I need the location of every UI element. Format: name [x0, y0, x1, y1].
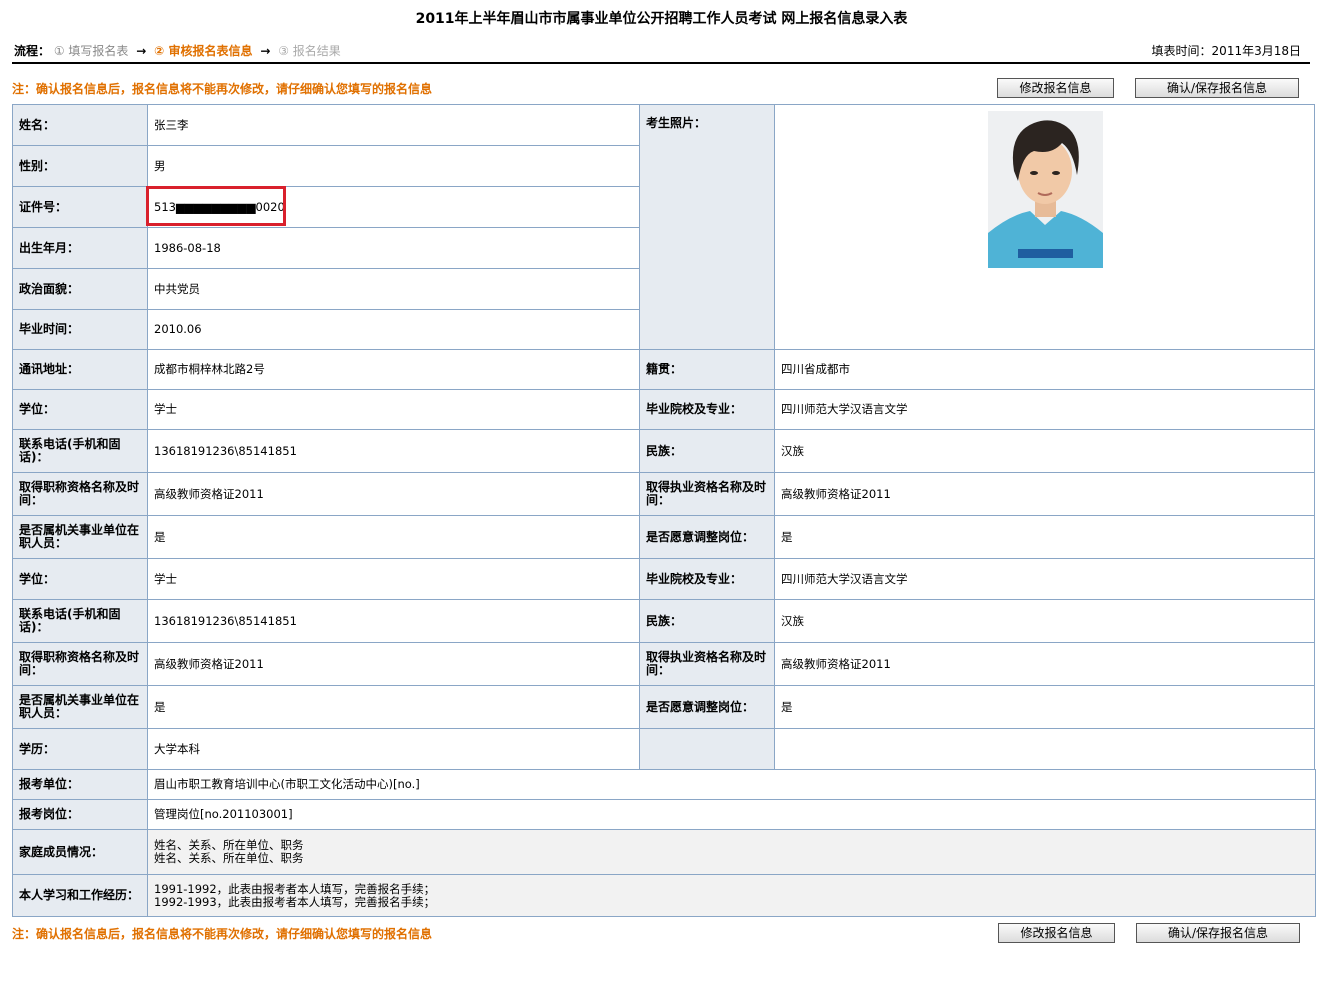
- empty-label: [639, 728, 775, 770]
- grid-label: 取得执业资格名称及时间：: [639, 642, 775, 686]
- grid-label: 取得职称资格名称及时间：: [12, 472, 148, 516]
- education-value: 大学本科: [147, 728, 640, 770]
- grid-label: 籍贯：: [639, 349, 775, 390]
- grid-label: 联系电话(手机和固话)：: [12, 599, 148, 643]
- political-value: 中共党员: [147, 268, 640, 310]
- gender-value: 男: [147, 145, 640, 187]
- arrow-icon: →: [136, 44, 147, 58]
- grid-label: 毕业院校及专业：: [639, 558, 775, 600]
- page-title: 2011年上半年眉山市市属事业单位公开招聘工作人员考试 网上报名信息录入表: [415, 11, 908, 27]
- grid-label: 是否愿意调整岗位：: [639, 515, 775, 559]
- grid-value: 是: [147, 685, 640, 729]
- apply-post-value: 管理岗位[no.201103001]: [147, 799, 1316, 830]
- birth-value: 1986-08-18: [147, 227, 640, 269]
- arrow-icon: →: [260, 44, 271, 58]
- grid-label: 民族：: [639, 429, 775, 473]
- grid-value: 高级教师资格证2011: [147, 472, 640, 516]
- graduation-time-label: 毕业时间：: [12, 309, 148, 350]
- history-line: 1992-1993，此表由报考者本人填写，完善报名手续；: [154, 894, 436, 909]
- grid-label: 毕业院校及专业：: [639, 389, 775, 430]
- grid-value: 四川省成都市: [774, 349, 1315, 390]
- family-label: 家庭成员情况：: [12, 829, 148, 875]
- confirm-save-button-top[interactable]: 确认/保存报名信息: [1135, 78, 1299, 98]
- history-label: 本人学习和工作经历：: [12, 874, 148, 917]
- grid-value: 是: [147, 515, 640, 559]
- fill-time: 填表时间：2011年3月18日: [1151, 44, 1301, 58]
- grid-label: 民族：: [639, 599, 775, 643]
- gender-label: 性别：: [12, 145, 148, 187]
- grid-label: 是否愿意调整岗位：: [639, 685, 775, 729]
- modify-button-bottom[interactable]: 修改报名信息: [998, 923, 1115, 943]
- apply-table: 报考单位： 眉山市职工教育培训中心(市职工文化活动中心)[no.] 报考岗位： …: [12, 769, 1316, 917]
- name-label: 姓名：: [12, 104, 148, 146]
- grid-value: 学士: [147, 558, 640, 600]
- confirm-note-bottom: 注：确认报名信息后，报名信息将不能再次修改，请仔细确认您填写的报名信息: [12, 927, 433, 941]
- empty-value: [774, 728, 1315, 770]
- grid-value: 汉族: [774, 429, 1315, 473]
- grid-value: 是: [774, 515, 1315, 559]
- family-value: 姓名、关系、所在单位、职务 姓名、关系、所在单位、职务: [147, 829, 1316, 875]
- political-label: 政治面貌：: [12, 268, 148, 310]
- divider: [12, 62, 1310, 64]
- grid-value: 汉族: [774, 599, 1315, 643]
- grid-label: 是否属机关事业单位在职人员：: [12, 685, 148, 729]
- process-steps: 流程： ① 填写报名表 → ② 审核报名表信息 → ③ 报名结果: [14, 42, 341, 59]
- grid-value: 是: [774, 685, 1315, 729]
- info-table: 姓名： 张三李 考生照片： 性别： 男 证件号： 513▆▆▆▆▆▆▆▆▆002…: [12, 104, 1315, 770]
- grid-value: 成都市桐梓林北路2号: [147, 349, 640, 390]
- grid-label: 联系电话(手机和固话)：: [12, 429, 148, 473]
- history-value: 1991-1992，此表由报考者本人填写，完善报名手续； 1992-1993，此…: [147, 874, 1316, 917]
- grid-label: 学位：: [12, 389, 148, 430]
- history-line: 1991-1992，此表由报考者本人填写，完善报名手续；: [154, 881, 436, 896]
- apply-post-label: 报考岗位：: [12, 799, 148, 830]
- name-value: 张三李: [147, 104, 640, 146]
- photo-label: 考生照片：: [639, 104, 775, 350]
- step-fill-form: ① 填写报名表: [53, 44, 129, 58]
- birth-label: 出生年月：: [12, 227, 148, 269]
- grid-value: 高级教师资格证2011: [774, 642, 1315, 686]
- confirm-note-top: 注：确认报名信息后，报名信息将不能再次修改，请仔细确认您填写的报名信息: [12, 82, 433, 96]
- family-line: 姓名、关系、所在单位、职务: [154, 838, 304, 852]
- modify-button-top[interactable]: 修改报名信息: [997, 78, 1114, 98]
- grid-label: 是否属机关事业单位在职人员：: [12, 515, 148, 559]
- applicant-photo: [988, 111, 1103, 268]
- family-line: 姓名、关系、所在单位、职务: [154, 851, 304, 865]
- id-number-value: 513▆▆▆▆▆▆▆▆▆0020: [147, 186, 640, 228]
- grid-label: 取得执业资格名称及时间：: [639, 472, 775, 516]
- step-result: ③ 报名结果: [278, 44, 341, 58]
- graduation-time-value: 2010.06: [147, 309, 640, 350]
- grid-label: 学位：: [12, 558, 148, 600]
- education-label: 学历：: [12, 728, 148, 770]
- grid-value: 高级教师资格证2011: [147, 642, 640, 686]
- grid-label: 取得职称资格名称及时间：: [12, 642, 148, 686]
- grid-value: 四川师范大学汉语言文学: [774, 558, 1315, 600]
- grid-label: 通讯地址：: [12, 349, 148, 390]
- grid-value: 四川师范大学汉语言文学: [774, 389, 1315, 430]
- id-number-label: 证件号：: [12, 186, 148, 228]
- grid-value: 学士: [147, 389, 640, 430]
- grid-value: 13618191236\85141851: [147, 599, 640, 643]
- step-review-form: ② 审核报名表信息: [154, 44, 253, 58]
- apply-unit-label: 报考单位：: [12, 769, 148, 800]
- flow-label: 流程：: [14, 44, 51, 58]
- grid-value: 13618191236\85141851: [147, 429, 640, 473]
- grid-value: 高级教师资格证2011: [774, 472, 1315, 516]
- apply-unit-value: 眉山市职工教育培训中心(市职工文化活动中心)[no.]: [147, 769, 1316, 800]
- confirm-save-button-bottom[interactable]: 确认/保存报名信息: [1136, 923, 1300, 943]
